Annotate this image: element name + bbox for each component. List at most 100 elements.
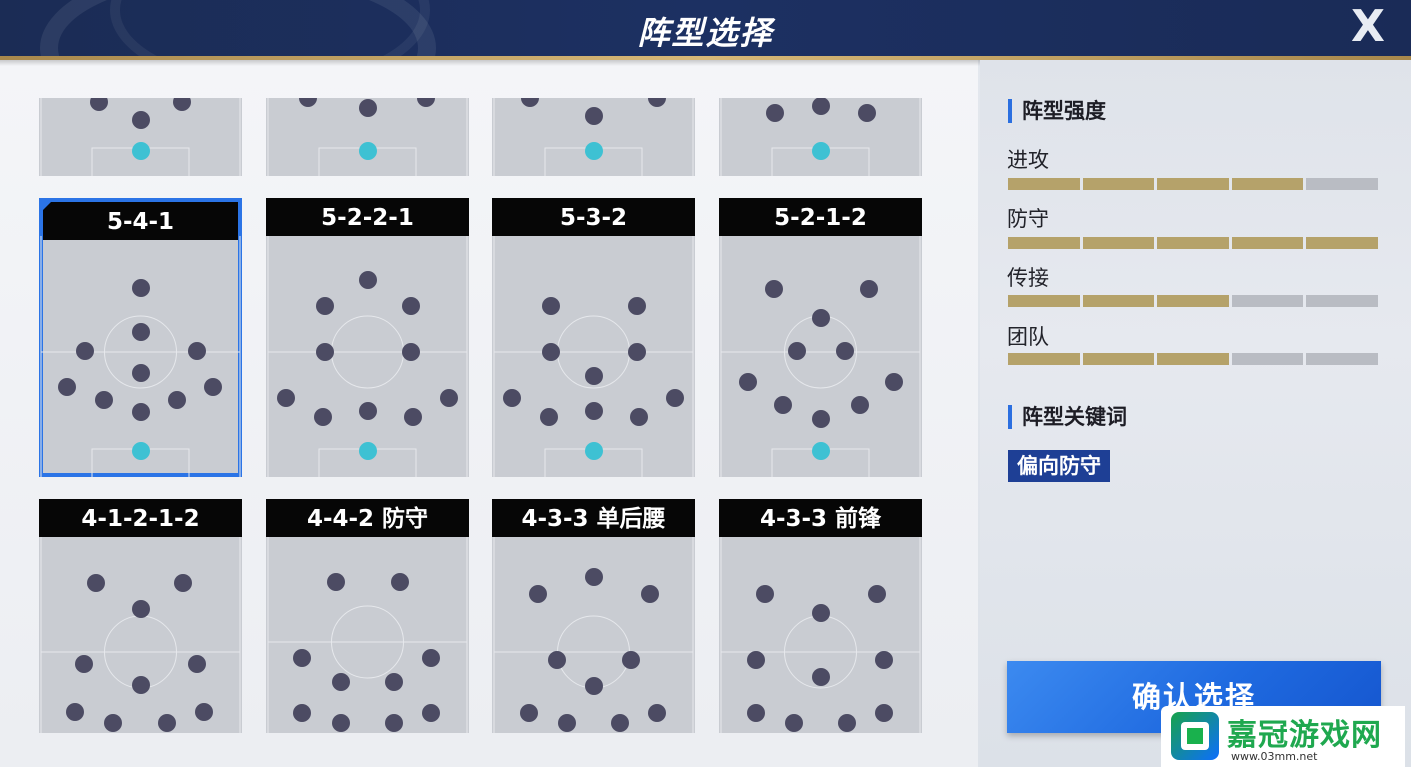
formation-card-4-1-2-1-2[interactable]: 4-1-2-1-2 xyxy=(39,499,242,733)
player-marker xyxy=(158,714,176,732)
player-marker xyxy=(868,585,886,603)
player-marker xyxy=(648,704,666,722)
player-marker xyxy=(666,389,684,407)
formation-card-5-2-2-1[interactable]: 5-2-2-1 xyxy=(266,198,469,477)
player-marker xyxy=(293,704,311,722)
player-marker xyxy=(622,651,640,669)
player-marker xyxy=(277,389,295,407)
player-marker xyxy=(359,402,377,420)
formation-card[interactable] xyxy=(492,98,695,176)
player-marker xyxy=(402,343,420,361)
player-marker xyxy=(766,104,784,122)
formation-name: 5-4-1 xyxy=(43,202,238,240)
stat-bar-defense xyxy=(1008,237,1378,249)
player-marker xyxy=(132,676,150,694)
stat-segment xyxy=(1082,295,1155,307)
player-marker xyxy=(132,323,150,341)
player-marker xyxy=(836,342,854,360)
player-marker xyxy=(885,373,903,391)
player-marker xyxy=(860,280,878,298)
player-marker xyxy=(812,668,830,686)
formation-card-4-3-3-single-dm[interactable]: 4-3-3 单后腰 xyxy=(492,499,695,733)
player-marker xyxy=(774,396,792,414)
goalkeeper-marker xyxy=(132,142,150,160)
player-marker xyxy=(87,574,105,592)
player-marker xyxy=(838,714,856,732)
header-bar: 阵型选择 X xyxy=(0,0,1411,56)
player-marker xyxy=(173,98,191,111)
stat-segment xyxy=(1306,237,1378,249)
player-marker xyxy=(747,651,765,669)
close-icon[interactable]: X xyxy=(1347,5,1389,49)
watermark-text: 嘉冠游戏网 xyxy=(1227,718,1382,753)
stat-segment xyxy=(1306,353,1378,365)
player-marker xyxy=(132,600,150,618)
player-marker xyxy=(174,574,192,592)
player-marker xyxy=(558,714,576,732)
stat-segment xyxy=(1082,353,1155,365)
player-marker xyxy=(641,585,659,603)
formation-card-5-4-1[interactable]: 5-4-1 xyxy=(39,198,242,477)
formation-card-5-3-2[interactable]: 5-3-2 xyxy=(492,198,695,477)
goalkeeper-marker xyxy=(359,142,377,160)
player-marker xyxy=(648,98,666,107)
player-marker xyxy=(66,703,84,721)
formation-card[interactable] xyxy=(266,98,469,176)
formation-card-4-4-2-defend[interactable]: 4-4-2 防守 xyxy=(266,499,469,733)
player-marker xyxy=(359,99,377,117)
player-marker xyxy=(332,673,350,691)
formation-name: 4-4-2 防守 xyxy=(266,499,469,537)
formation-card[interactable] xyxy=(39,98,242,176)
strength-section-title: 阵型强度 xyxy=(1008,98,1106,124)
player-marker xyxy=(314,408,332,426)
stat-segment xyxy=(1157,353,1229,365)
player-marker xyxy=(168,391,186,409)
stat-segment xyxy=(1231,237,1304,249)
player-marker xyxy=(440,389,458,407)
player-marker xyxy=(611,714,629,732)
formation-name: 4-3-3 单后腰 xyxy=(492,499,695,537)
player-marker xyxy=(739,373,757,391)
player-marker xyxy=(132,111,150,129)
player-marker xyxy=(422,649,440,667)
stat-segment xyxy=(1231,353,1304,365)
stat-bar-passing xyxy=(1008,295,1378,307)
player-marker xyxy=(132,364,150,382)
goalkeeper-marker xyxy=(812,142,830,160)
player-marker xyxy=(812,98,830,115)
goalkeeper-marker xyxy=(585,142,603,160)
player-marker xyxy=(585,402,603,420)
stat-label-passing: 传接 xyxy=(1007,266,1049,290)
player-marker xyxy=(58,378,76,396)
formation-name: 5-2-2-1 xyxy=(266,198,469,236)
player-marker xyxy=(540,408,558,426)
goalkeeper-marker xyxy=(132,442,150,460)
player-marker xyxy=(858,104,876,122)
stat-segment xyxy=(1082,178,1155,190)
player-marker xyxy=(812,309,830,327)
stat-segment xyxy=(1082,237,1155,249)
formation-name: 4-1-2-1-2 xyxy=(39,499,242,537)
player-marker xyxy=(195,703,213,721)
formation-card-5-2-1-2[interactable]: 5-2-1-2 xyxy=(719,198,922,477)
player-marker xyxy=(812,604,830,622)
player-marker xyxy=(765,280,783,298)
keywords-section-title: 阵型关键词 xyxy=(1008,404,1127,430)
goalkeeper-marker xyxy=(812,442,830,460)
player-marker xyxy=(630,408,648,426)
selected-indicator xyxy=(39,198,55,214)
player-marker xyxy=(417,98,435,107)
player-marker xyxy=(385,714,403,732)
formation-grid[interactable]: 5-4-1 5-2-2-1 5-3-2 5-2-1-2 4-1-2-1-2 4-… xyxy=(0,60,978,767)
player-marker xyxy=(75,655,93,673)
stat-segment xyxy=(1008,353,1080,365)
player-marker xyxy=(76,342,94,360)
player-marker xyxy=(316,343,334,361)
player-marker xyxy=(851,396,869,414)
stat-segment xyxy=(1008,295,1080,307)
player-marker xyxy=(359,271,377,289)
formation-card[interactable] xyxy=(719,98,922,176)
formation-card-4-3-3-forward[interactable]: 4-3-3 前锋 xyxy=(719,499,922,733)
player-marker xyxy=(299,98,317,107)
stat-label-team: 团队 xyxy=(1007,325,1049,349)
